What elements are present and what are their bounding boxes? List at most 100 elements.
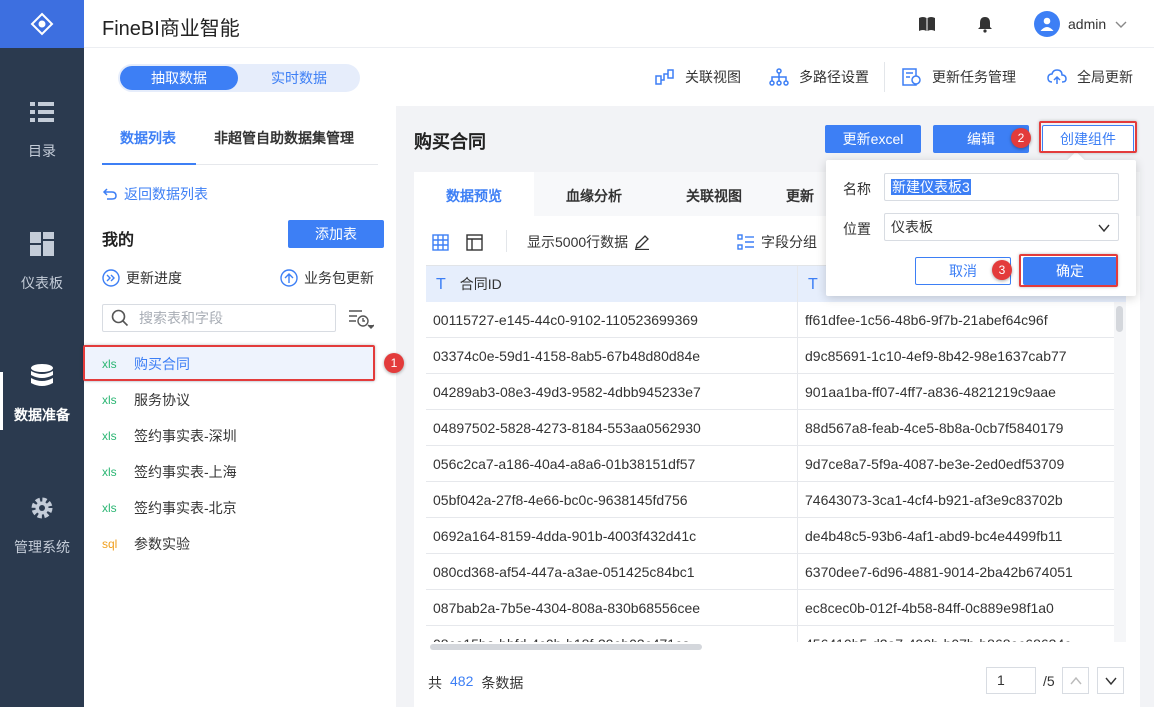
package-update-label: 业务包更新 <box>304 270 374 286</box>
table-cell: 04897502-5828-4273-8184-553aa0562930 <box>426 410 797 446</box>
bell-icon[interactable] <box>976 15 994 33</box>
table-cell: 6370dee7-6d96-4881-9014-2ba42b674051 <box>797 554 1114 590</box>
table-search[interactable] <box>102 304 336 332</box>
scroll-thumb[interactable] <box>1116 306 1123 332</box>
nav-item-dashboard[interactable]: 仪表板 <box>0 214 84 310</box>
table-row-param-test[interactable]: sql 参数实验 <box>84 526 374 562</box>
user-menu[interactable]: admin <box>1034 11 1128 37</box>
database-icon <box>31 364 53 386</box>
table-row-sign-beijing[interactable]: xls 签约事实表-北京 <box>84 490 374 526</box>
nav-item-admin[interactable]: 管理系统 <box>0 478 84 574</box>
package-update-link[interactable]: 业务包更新 <box>280 268 374 288</box>
table-cell: de4b48c5-93b6-4af1-abd9-bc4e4499fb11 <box>797 518 1114 554</box>
relation-icon <box>655 69 674 85</box>
logo-icon <box>30 12 54 36</box>
update-progress-link[interactable]: 更新进度 <box>102 268 182 288</box>
dashboard-name-input[interactable]: 新建仪表板3 <box>884 173 1119 201</box>
position-select[interactable]: 仪表板 <box>884 213 1119 241</box>
relation-view-button[interactable]: 关联视图 <box>655 66 741 88</box>
search-icon <box>111 309 129 327</box>
table-cell: 456410b5-d2a7-490b-b07b-b868ec68634c <box>797 626 1114 642</box>
highlight-box-create-component <box>1039 121 1137 153</box>
add-table-button[interactable]: 添加表 <box>288 220 384 248</box>
table-cell: 0692a164-8159-4dda-901b-4003f432d41c <box>426 518 797 554</box>
multipath-label: 多路径设置 <box>799 69 869 85</box>
section-title-mine: 我的 <box>102 232 135 249</box>
table-cell: 74643073-3ca1-4cf4-b921-af3e9c83702b <box>797 482 1114 518</box>
book-icon[interactable] <box>918 15 936 33</box>
list-icon <box>30 102 54 122</box>
update-excel-button[interactable]: 更新excel <box>825 125 921 153</box>
highlight-box-table <box>83 345 375 381</box>
field-group-icon <box>737 234 754 250</box>
table-name: 签约事实表-上海 <box>134 464 237 480</box>
tab-data-preview[interactable]: 数据预览 <box>414 172 534 216</box>
table-cell: 88d567a8-feab-4ce5-8b8a-0cb7f5840179 <box>797 410 1114 446</box>
sql-icon: sql <box>102 537 118 551</box>
table-cell: 00115727-e145-44c0-9102-110523699369 <box>426 302 797 338</box>
toolbar-divider <box>884 62 885 92</box>
field-group-button[interactable]: 字段分组 <box>737 232 817 252</box>
prev-page-button[interactable] <box>1062 667 1089 694</box>
toggle-realtime[interactable]: 实时数据 <box>240 64 358 92</box>
task-refresh-icon <box>902 68 921 86</box>
grid-view-icon[interactable] <box>432 234 449 251</box>
table-cell: 901aa1ba-ff07-4ff7-a836-4821219c9aae <box>797 374 1114 410</box>
horizontal-scrollbar[interactable] <box>426 642 1126 652</box>
table-cell: d9c85691-1c10-4ef9-8b42-98e1637cab77 <box>797 338 1114 374</box>
table-cell: 05bf042a-27f8-4e66-bc0c-9638145fd756 <box>426 482 797 518</box>
xls-icon: xls <box>102 429 117 443</box>
table-row-sign-shenzhen[interactable]: xls 签约事实表-深圳 <box>84 418 374 454</box>
logo[interactable] <box>0 0 84 48</box>
chevron-down-icon <box>1104 677 1117 685</box>
column-header-contract-id[interactable]: T 合同ID <box>426 266 797 302</box>
table-cell: ff61dfee-1c56-48b6-9f7b-21abef64c96f <box>797 302 1114 338</box>
nav-label-catalog: 目录 <box>28 143 56 159</box>
table-name: 服务协议 <box>134 392 190 408</box>
next-page-button[interactable] <box>1097 667 1124 694</box>
step-badge-3: 3 <box>992 260 1012 280</box>
table-row-service-agreement[interactable]: xls 服务协议 <box>84 382 374 418</box>
nav-item-data-prep[interactable]: 数据准备 <box>0 346 84 442</box>
search-input[interactable] <box>139 310 319 326</box>
chevron-down-icon <box>1098 224 1110 233</box>
layout-view-icon[interactable] <box>466 234 483 251</box>
toggle-extract[interactable]: 抽取数据 <box>120 66 238 90</box>
row-count: 共 482 条数据 <box>428 673 523 693</box>
filter-history-icon[interactable] <box>348 308 374 330</box>
text-type-icon: T <box>808 276 818 293</box>
top-header: FineBI商业智能 admin <box>84 0 1154 48</box>
upload-circle-icon <box>280 269 298 287</box>
left-nav: 目录 仪表板 数据准备 管理系统 <box>0 0 84 707</box>
table-cell: 080cd368-af54-447a-a3ae-051425c84bc1 <box>426 554 797 590</box>
tab-update[interactable]: 更新 <box>774 172 826 216</box>
data-preview-table: T 合同ID T 00115727-e145-44c0-9102-11052369… <box>426 265 1126 642</box>
global-update-button[interactable]: 全局更新 <box>1047 66 1133 88</box>
nav-label-admin: 管理系统 <box>14 539 70 555</box>
page-number-input[interactable]: 1 <box>986 667 1036 694</box>
tab-dataset-manage[interactable]: 非超管自助数据集管理 <box>214 128 354 148</box>
return-icon <box>102 188 117 200</box>
back-to-list-link[interactable]: 返回数据列表 <box>102 184 208 204</box>
scroll-thumb[interactable] <box>430 644 702 650</box>
tab-relation-view[interactable]: 关联视图 <box>654 172 774 216</box>
name-value: 新建仪表板3 <box>891 179 971 195</box>
table-cell: 056c2ca7-a186-40a4-a8a6-01b38151df57 <box>426 446 797 482</box>
global-update-label: 全局更新 <box>1077 69 1133 85</box>
tab-lineage[interactable]: 血缘分析 <box>534 172 654 216</box>
username: admin <box>1068 16 1107 32</box>
tree-icon <box>769 68 789 86</box>
tab-data-list[interactable]: 数据列表 <box>120 128 176 148</box>
multipath-button[interactable]: 多路径设置 <box>769 66 869 88</box>
toolbar-divider <box>506 230 507 252</box>
update-task-button[interactable]: 更新任务管理 <box>902 66 1016 88</box>
table-row-sign-shanghai[interactable]: xls 签约事实表-上海 <box>84 454 374 490</box>
table-cell: 087bab2a-7b5e-4304-808a-830b68556cee <box>426 590 797 626</box>
vertical-scrollbar[interactable] <box>1114 302 1126 642</box>
table-name: 签约事实表-深圳 <box>134 428 237 444</box>
show-rows-control[interactable]: 显示5000行数据 <box>527 232 650 252</box>
nav-item-catalog[interactable]: 目录 <box>0 82 84 178</box>
show-rows-label: 显示5000行数据 <box>527 234 629 250</box>
step-badge-2: 2 <box>1011 128 1031 148</box>
app-title: FineBI商业智能 <box>102 18 240 40</box>
